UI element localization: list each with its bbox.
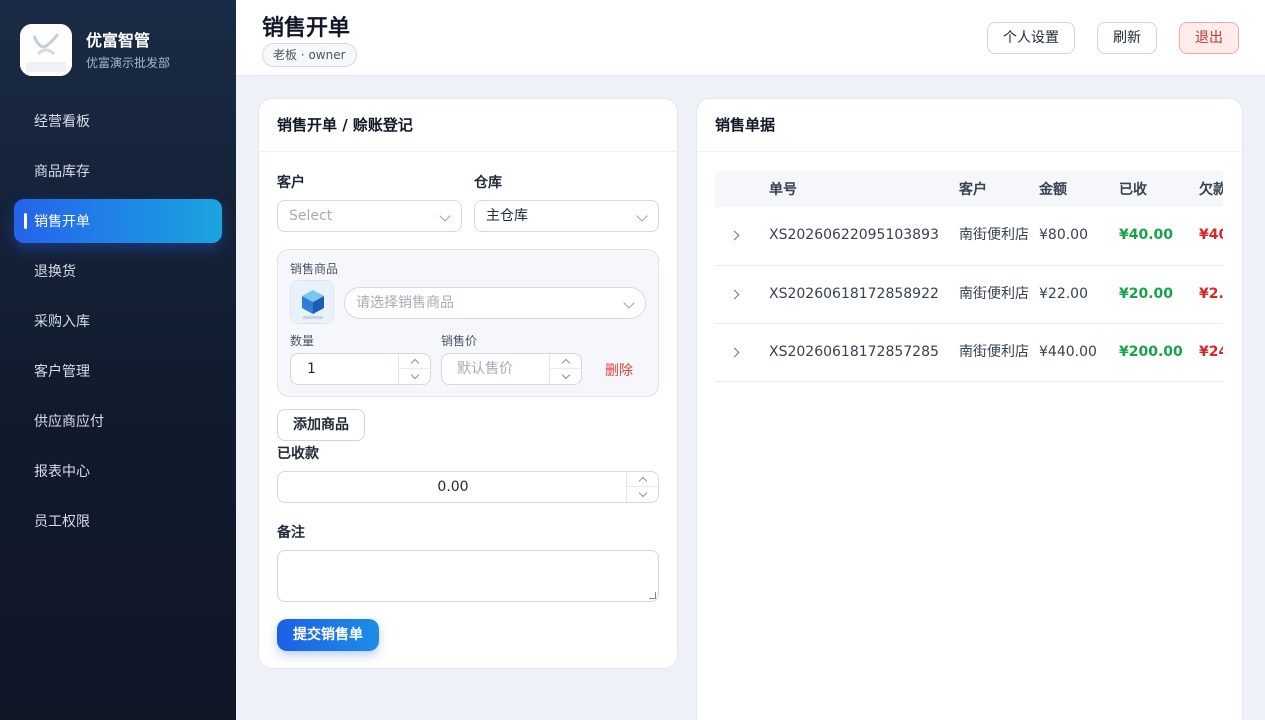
product-select[interactable]: 请选择销售商品 xyxy=(344,287,646,319)
order-no-cell: XS20260618172857285 xyxy=(759,323,949,382)
customer-cell: 南街便利店 xyxy=(949,207,1029,266)
price-stepper[interactable]: 默认售价 xyxy=(441,353,582,385)
settings-button[interactable]: 个人设置 xyxy=(987,22,1075,54)
sales-form-card: 销售开单 / 赊账登记 客户 Select 仓库 主仓库 销售商品 请选择销售商… xyxy=(258,98,678,669)
page-title: 销售开单 xyxy=(262,16,351,41)
remark-label: 备注 xyxy=(277,525,305,541)
sales-orders-card: 销售单据 单号 客户 金额 已收 欠款 XS20260622095103893 xyxy=(696,98,1243,720)
customer-cell: 南街便利店 xyxy=(949,323,1029,382)
order-no-cell: XS20260622095103893 xyxy=(759,207,949,266)
received-label: 已收款 xyxy=(277,446,319,462)
column-header-order-no: 单号 xyxy=(759,171,949,207)
logout-button[interactable]: 退出 xyxy=(1179,22,1239,54)
sidebar-item-inventory[interactable]: 商品库存 xyxy=(14,149,222,193)
sidebar-item-sales[interactable]: 销售开单 xyxy=(14,199,222,243)
received-cell: ¥200.00 xyxy=(1109,323,1189,382)
sidebar: 优富智管 优富演示批发部 经营看板 商品库存 销售开单 退换货 采购入库 客户管… xyxy=(0,0,236,720)
chevron-down-icon xyxy=(636,210,648,222)
column-header-owed: 欠款 xyxy=(1189,171,1223,207)
orders-table: 单号 客户 金额 已收 欠款 XS20260622095103893 南街便利店… xyxy=(715,171,1223,382)
quantity-stepper[interactable]: 1 xyxy=(290,353,431,385)
customer-placeholder: Select xyxy=(289,208,333,224)
warehouse-select[interactable]: 主仓库 xyxy=(474,200,659,232)
table-row[interactable]: XS20260618172858922 南街便利店 ¥22.00 ¥20.00 … xyxy=(715,265,1223,324)
customer-select[interactable]: Select xyxy=(277,200,462,232)
top-header: 销售开单 老板 · owner 个人设置 刷新 退出 xyxy=(236,0,1265,76)
orders-title: 销售单据 xyxy=(697,99,1242,152)
sidebar-nav: 经营看板 商品库存 销售开单 退换货 采购入库 客户管理 供应商应付 报表中心 … xyxy=(14,99,222,549)
resize-grip-icon[interactable] xyxy=(649,592,656,599)
quantity-value: 1 xyxy=(307,361,316,377)
submit-sale-button[interactable]: 提交销售单 xyxy=(277,619,379,651)
table-row[interactable]: XS20260618172857285 南街便利店 ¥440.00 ¥200.0… xyxy=(715,323,1223,382)
spin-up-icon[interactable] xyxy=(627,472,658,487)
chevron-down-icon xyxy=(623,297,635,309)
quantity-label: 数量 xyxy=(290,334,315,348)
column-header-amount: 金额 xyxy=(1029,171,1109,207)
table-row[interactable]: XS20260622095103893 南街便利店 ¥80.00 ¥40.00 … xyxy=(715,207,1223,266)
spin-up-icon[interactable] xyxy=(550,354,581,369)
sidebar-item-dashboard[interactable]: 经营看板 xyxy=(14,99,222,143)
received-cell: ¥20.00 xyxy=(1109,265,1189,324)
amount-cell: ¥22.00 xyxy=(1029,265,1109,324)
logo-icon xyxy=(20,24,72,76)
column-header-customer: 客户 xyxy=(949,171,1029,207)
orders-table-wrapper[interactable]: 单号 客户 金额 已收 欠款 XS20260622095103893 南街便利店… xyxy=(715,171,1223,382)
column-header-received: 已收 xyxy=(1109,171,1189,207)
order-no-cell: XS20260618172858922 xyxy=(759,265,949,324)
expand-column-header xyxy=(715,171,759,207)
owed-cell: ¥2.00 xyxy=(1189,265,1223,324)
chevron-down-icon xyxy=(439,210,451,222)
received-stepper[interactable]: 0.00 xyxy=(277,471,659,503)
chevron-right-icon[interactable] xyxy=(729,230,740,241)
form-title: 销售开单 / 赊账登记 xyxy=(259,99,677,152)
role-badge: 老板 · owner xyxy=(262,43,357,67)
add-item-button[interactable]: 添加商品 xyxy=(277,409,365,441)
received-cell: ¥40.00 xyxy=(1109,207,1189,266)
sidebar-item-staff[interactable]: 员工权限 xyxy=(14,499,222,543)
product-label: 销售商品 xyxy=(290,262,339,276)
brand: 优富智管 优富演示批发部 xyxy=(20,24,170,76)
customer-cell: 南街便利店 xyxy=(949,265,1029,324)
table-header-row: 单号 客户 金额 已收 欠款 xyxy=(715,171,1223,207)
warehouse-value: 主仓库 xyxy=(486,208,528,224)
sale-item-row: 销售商品 请选择销售商品 数量 1 销售价 默认售价 删除 xyxy=(277,249,659,397)
delete-item-link[interactable]: 删除 xyxy=(605,360,633,380)
price-placeholder: 默认售价 xyxy=(457,361,513,377)
refresh-button[interactable]: 刷新 xyxy=(1097,22,1157,54)
warehouse-label: 仓库 xyxy=(474,175,502,191)
chevron-right-icon[interactable] xyxy=(729,347,740,357)
amount-cell: ¥440.00 xyxy=(1029,323,1109,382)
owed-cell: ¥40.00 xyxy=(1189,207,1223,266)
product-placeholder: 请选择销售商品 xyxy=(356,295,454,311)
brand-subtitle: 优富演示批发部 xyxy=(86,55,171,70)
remark-textarea[interactable] xyxy=(277,550,659,602)
spin-up-icon[interactable] xyxy=(399,354,430,369)
spin-down-icon[interactable] xyxy=(627,487,658,502)
sidebar-item-payables[interactable]: 供应商应付 xyxy=(14,399,222,443)
sidebar-item-reports[interactable]: 报表中心 xyxy=(14,449,222,493)
product-cube-icon xyxy=(290,280,334,324)
price-label: 销售价 xyxy=(441,334,478,348)
received-value: 0.00 xyxy=(437,479,469,495)
sidebar-item-purchase[interactable]: 采购入库 xyxy=(14,299,222,343)
spin-down-icon[interactable] xyxy=(399,369,430,384)
sidebar-item-customers[interactable]: 客户管理 xyxy=(14,349,222,393)
spin-down-icon[interactable] xyxy=(550,369,581,384)
sidebar-item-returns[interactable]: 退换货 xyxy=(14,249,222,293)
brand-name: 优富智管 xyxy=(86,30,151,50)
chevron-right-icon[interactable] xyxy=(729,289,740,299)
owed-cell: ¥240.00 xyxy=(1189,323,1223,382)
amount-cell: ¥80.00 xyxy=(1029,207,1109,266)
customer-label: 客户 xyxy=(277,175,305,191)
